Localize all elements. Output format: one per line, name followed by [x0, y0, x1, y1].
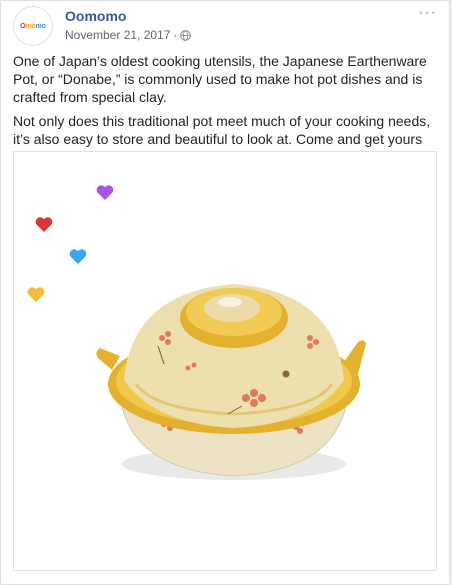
post-paragraph: One of Japan’s oldest cooking utensils, …: [13, 53, 427, 105]
more-options-icon[interactable]: ···: [418, 4, 437, 22]
post-meta: November 21, 2017 ·: [65, 28, 192, 42]
post-date[interactable]: November 21, 2017: [65, 28, 170, 42]
globe-icon[interactable]: [180, 29, 192, 41]
page-name-link[interactable]: Oomomo: [65, 8, 126, 24]
heart-purple-icon: [96, 185, 114, 200]
avatar-letter: mo: [35, 22, 46, 30]
post-card: Omo mo Oomomo November 21, 2017 · ··· One…: [0, 0, 450, 585]
heart-blue-icon: [69, 249, 87, 264]
avatar-letter: mo: [25, 22, 36, 30]
post-photo[interactable]: [13, 151, 437, 571]
page-avatar[interactable]: Omo mo: [13, 6, 53, 46]
heart-red-icon: [35, 217, 53, 232]
meta-separator: ·: [173, 28, 178, 42]
post-header: Omo mo Oomomo November 21, 2017 · ···: [13, 4, 437, 46]
heart-yellow-icon: [27, 287, 45, 302]
donabe-pot-image: [96, 284, 366, 480]
